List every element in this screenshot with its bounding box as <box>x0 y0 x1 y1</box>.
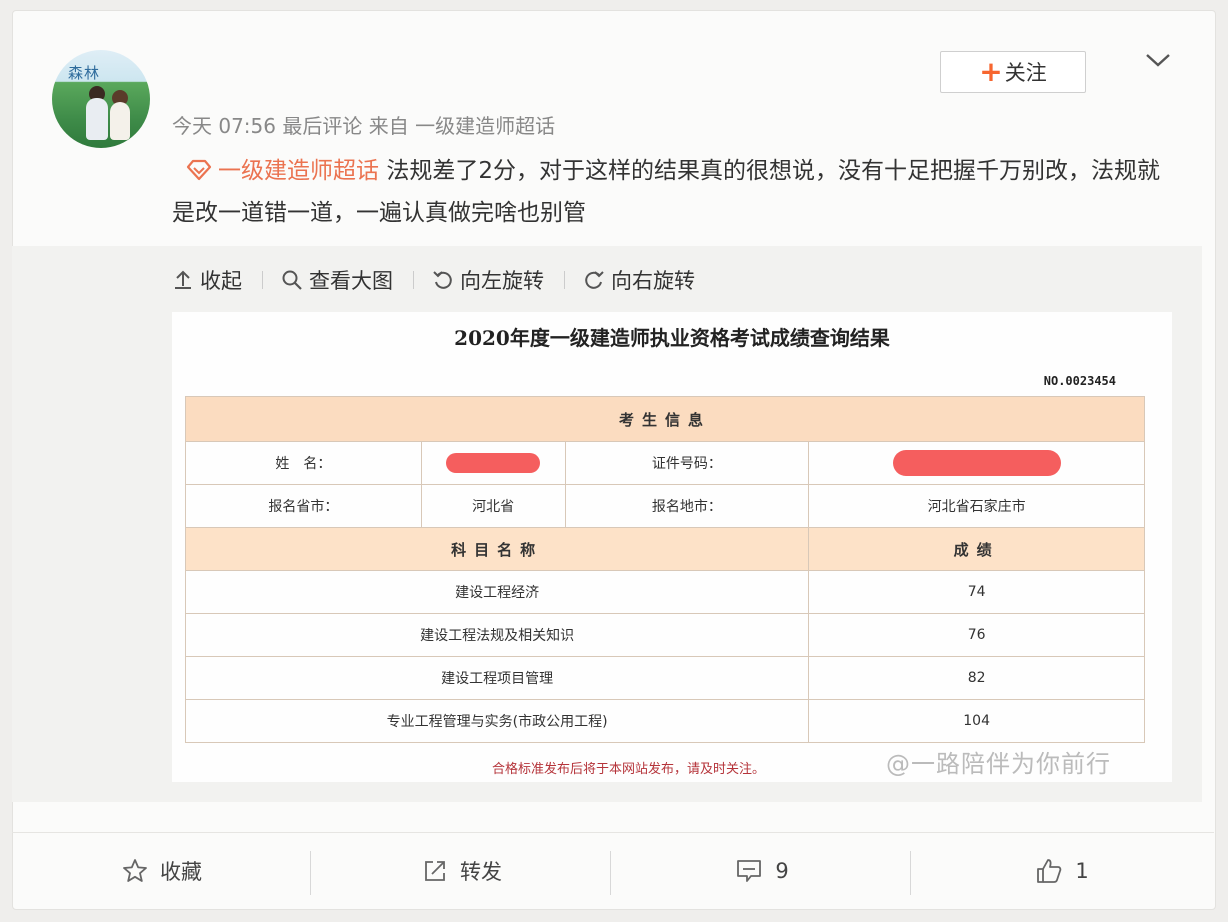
name-redaction <box>446 453 541 473</box>
subject-score: 74 <box>808 570 1145 614</box>
collapse-label: 收起 <box>200 269 242 293</box>
favorite-button[interactable]: 收藏 <box>12 833 312 909</box>
plus-icon: + <box>979 55 1003 88</box>
rotate-left-button[interactable]: 向左旋转 <box>432 265 544 295</box>
comment-count: 9 <box>775 859 789 883</box>
image-toolbar: 收起 查看大图 向左旋转 向右旋转 <box>172 265 695 295</box>
post-text: 一级建造师超话 法规差了2分，对于这样的结果真的很想说，没有十足把握千万别改，法… <box>172 150 1162 234</box>
comment-icon <box>737 860 762 882</box>
subject-header: 科目名称 <box>184 527 810 571</box>
repost-button[interactable]: 转发 <box>312 833 612 909</box>
id-redaction <box>892 450 1061 476</box>
subject-score: 104 <box>808 699 1145 743</box>
score-result-image[interactable]: 2020年度一级建造师执业资格考试成绩查询结果 NO.0023454 考生信息 … <box>172 312 1172 782</box>
view-large-label: 查看大图 <box>309 269 393 293</box>
collapse-icon <box>175 270 191 289</box>
follow-button[interactable]: + 关注 <box>940 51 1086 93</box>
rotate-right-button[interactable]: 向右旋转 <box>583 265 695 295</box>
follow-label: 关注 <box>1004 61 1047 85</box>
candidate-info-header: 考生信息 <box>185 396 1145 442</box>
view-large-button[interactable]: 查看大图 <box>281 265 393 295</box>
rotate-left-icon <box>433 271 452 289</box>
province-label: 报名省市： <box>185 484 422 528</box>
like-count: 1 <box>1075 859 1089 883</box>
table-row: 建设工程项目管理 82 <box>184 656 1145 700</box>
chevron-down-icon[interactable] <box>1145 50 1171 70</box>
topic-link[interactable]: 一级建造师超话 <box>218 158 379 184</box>
subject-name: 建设工程经济 <box>184 570 810 614</box>
favorite-label: 收藏 <box>160 860 202 884</box>
star-icon <box>123 859 147 882</box>
province-value: 河北省 <box>420 484 566 528</box>
subject-name: 建设工程法规及相关知识 <box>184 613 810 657</box>
rotate-left-label: 向左旋转 <box>460 269 544 293</box>
site-value: 河北省石家庄市 <box>808 484 1145 528</box>
avatar-text: 森林 <box>68 64 101 82</box>
collapse-button[interactable]: 收起 <box>172 265 242 295</box>
table-row: 专业工程管理与实务(市政公用工程) 104 <box>184 699 1145 743</box>
table-row: 建设工程经济 74 <box>184 570 1145 614</box>
score-header: 成绩 <box>808 527 1145 571</box>
name-value <box>420 441 566 485</box>
footer-note: 合格标准发布后将于本网站发布，请及时关注。 <box>492 762 766 777</box>
subject-score: 82 <box>808 656 1145 700</box>
rotate-right-label: 向右旋转 <box>611 269 695 293</box>
id-label: 证件号码： <box>564 441 810 485</box>
table-row: 建设工程法规及相关知识 76 <box>184 613 1145 657</box>
name-label: 姓 名： <box>185 441 422 485</box>
search-icon <box>282 270 302 290</box>
result-title: 2020年度一级建造师执业资格考试成绩查询结果 <box>454 326 890 350</box>
result-number: NO.0023454 <box>1043 374 1116 388</box>
share-icon <box>425 861 445 881</box>
action-bar: 收藏 转发 9 1 <box>12 832 1214 909</box>
thumbs-up-icon <box>1037 859 1062 883</box>
rotate-right-icon <box>585 271 604 289</box>
comment-button[interactable]: 9 <box>612 833 912 909</box>
watermark: @一路陪伴为你前行 <box>886 750 1111 778</box>
subject-name: 建设工程项目管理 <box>184 656 810 700</box>
like-button[interactable]: 1 <box>912 833 1212 909</box>
score-table: 考生信息 姓 名： 证件号码： 报名省市： 河北省 报名地市： 河北省石家庄市 … <box>184 396 1145 743</box>
user-avatar[interactable]: 森林 <box>52 50 150 148</box>
post-meta: 今天 07:56 最后评论 来自 一级建造师超话 <box>172 114 556 138</box>
super-topic-icon <box>186 159 212 181</box>
site-label: 报名地市： <box>564 484 810 528</box>
subject-name: 专业工程管理与实务(市政公用工程) <box>184 699 810 743</box>
repost-label: 转发 <box>460 860 502 884</box>
subject-score: 76 <box>808 613 1145 657</box>
id-value <box>808 441 1145 485</box>
